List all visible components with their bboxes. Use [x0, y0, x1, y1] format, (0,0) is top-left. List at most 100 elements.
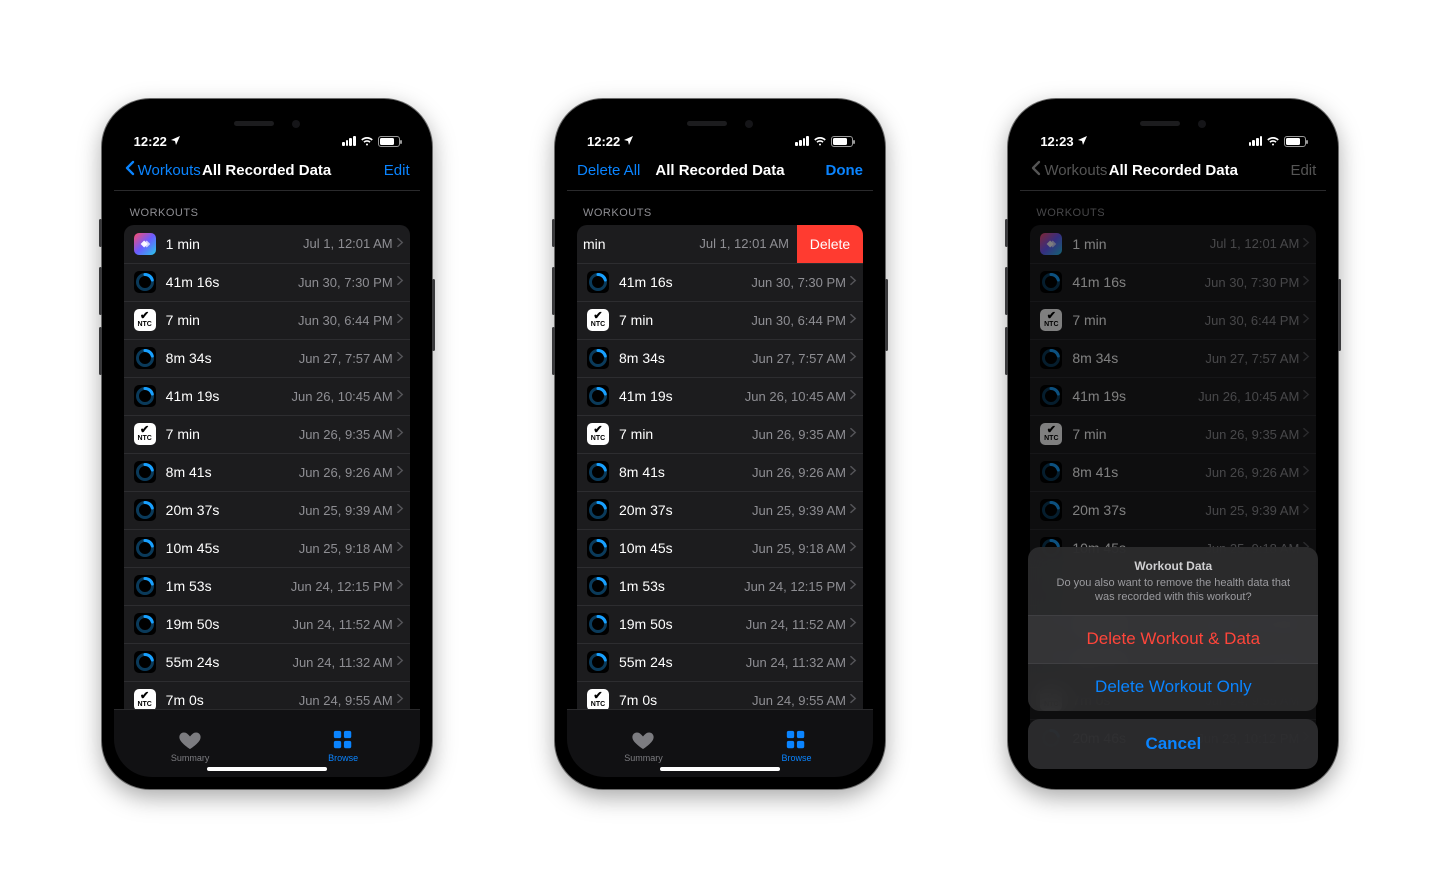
action-sheet: Workout Data Do you also want to remove …	[1028, 547, 1318, 769]
workout-row[interactable]: 8m 34sJun 27, 7:57 AM	[577, 339, 863, 377]
workout-row[interactable]: ✔NTC7 minJun 30, 6:44 PM	[577, 301, 863, 339]
workout-row[interactable]: ✔NTC7 minJun 26, 9:35 AM	[577, 415, 863, 453]
workout-row[interactable]: 8m 41sJun 26, 9:26 AM	[124, 453, 410, 491]
chevron-right-icon	[850, 691, 857, 709]
content[interactable]: WORKOUTS minJul 1, 12:01 AMDelete41m 16s…	[567, 191, 873, 709]
cancel-button[interactable]: Cancel	[1028, 719, 1318, 769]
workout-row[interactable]: 20m 37sJun 25, 9:39 AM	[124, 491, 410, 529]
content[interactable]: WORKOUTS 1 minJul 1, 12:01 AM41m 16sJun …	[114, 191, 420, 709]
workout-timestamp: Jun 24, 11:52 AM	[292, 617, 392, 632]
workout-duration: 7 min	[619, 312, 751, 328]
sheet-message: Do you also want to remove the health da…	[1046, 576, 1300, 605]
workout-timestamp: Jun 24, 9:55 AM	[299, 693, 393, 708]
workout-timestamp: Jun 26, 9:26 AM	[752, 465, 846, 480]
workout-ring-app-icon	[134, 651, 156, 673]
chevron-right-icon	[397, 691, 404, 709]
delete-workout-data-button[interactable]: Delete Workout & Data	[1028, 615, 1318, 663]
chevron-right-icon	[397, 615, 404, 633]
workout-duration: 55m 24s	[166, 654, 293, 670]
battery-icon	[378, 136, 400, 147]
section-header: WORKOUTS	[114, 191, 420, 225]
ntc-app-icon: ✔NTC	[134, 309, 156, 331]
workout-row[interactable]: 19m 50sJun 24, 11:52 AM	[124, 605, 410, 643]
wifi-icon	[1266, 134, 1280, 149]
section-header: WORKOUTS	[567, 191, 873, 225]
workout-row[interactable]: ✔NTC7 minJun 30, 6:44 PM	[124, 301, 410, 339]
workout-row[interactable]: 41m 19sJun 26, 10:45 AM	[577, 377, 863, 415]
workout-duration: 10m 45s	[619, 540, 752, 556]
done-button[interactable]: Done	[825, 162, 863, 179]
location-icon	[170, 134, 181, 149]
phone-3: 12:23 Workouts All Recorded Data Edit WO…	[1008, 99, 1338, 789]
workout-duration: 1 min	[166, 236, 303, 252]
workout-timestamp: Jun 24, 11:32 AM	[292, 655, 392, 670]
delete-workout-only-button[interactable]: Delete Workout Only	[1028, 663, 1318, 711]
edit-button[interactable]: Edit	[384, 162, 410, 179]
chevron-right-icon	[397, 653, 404, 671]
sheet-title: Workout Data	[1046, 559, 1300, 573]
back-button[interactable]: Workouts	[124, 160, 201, 180]
workout-ring-app-icon	[134, 271, 156, 293]
workout-duration: 1m 53s	[166, 578, 291, 594]
chevron-right-icon	[397, 463, 404, 481]
heart-icon	[178, 729, 202, 751]
cellular-icon	[342, 136, 356, 146]
chevron-right-icon	[397, 425, 404, 443]
workout-row[interactable]: ✔NTC7m 0sJun 24, 9:55 AM	[577, 681, 863, 709]
workout-duration: 7 min	[166, 312, 298, 328]
workout-ring-app-icon	[134, 385, 156, 407]
notch	[1098, 111, 1248, 137]
workout-duration: 41m 19s	[166, 388, 292, 404]
workout-ring-app-icon	[134, 613, 156, 635]
workout-row[interactable]: 20m 37sJun 25, 9:39 AM	[577, 491, 863, 529]
location-icon	[1077, 134, 1088, 149]
workout-row[interactable]: 1m 53sJun 24, 12:15 PM	[124, 567, 410, 605]
workout-row[interactable]: 10m 45sJun 25, 9:18 AM	[124, 529, 410, 567]
grid-icon	[331, 729, 355, 751]
shortcuts-app-icon	[134, 233, 156, 255]
workout-ring-app-icon	[134, 537, 156, 559]
workout-timestamp: Jul 1, 12:01 AM	[303, 236, 393, 251]
workout-ring-app-icon	[587, 499, 609, 521]
home-indicator[interactable]	[660, 767, 780, 771]
workout-duration: 7 min	[166, 426, 299, 442]
workout-timestamp: Jun 24, 9:55 AM	[752, 693, 846, 708]
workout-row[interactable]: 8m 41sJun 26, 9:26 AM	[577, 453, 863, 491]
workout-row[interactable]: 8m 34sJun 27, 7:57 AM	[124, 339, 410, 377]
workout-row[interactable]: 1m 53sJun 24, 12:15 PM	[577, 567, 863, 605]
back-label: Workouts	[1044, 162, 1107, 179]
battery-icon	[831, 136, 853, 147]
nav-title: All Recorded Data	[655, 162, 784, 179]
workout-row[interactable]: ✔NTC7 minJun 26, 9:35 AM	[124, 415, 410, 453]
workout-row[interactable]: 55m 24sJun 24, 11:32 AM	[124, 643, 410, 681]
ntc-app-icon: ✔NTC	[134, 689, 156, 709]
workout-row[interactable]: minJul 1, 12:01 AMDelete	[577, 225, 863, 263]
workout-timestamp: Jun 25, 9:39 AM	[752, 503, 846, 518]
workout-row[interactable]: 1 minJul 1, 12:01 AM	[124, 225, 410, 263]
workout-duration: 7m 0s	[166, 692, 299, 708]
workout-row[interactable]: 19m 50sJun 24, 11:52 AM	[577, 605, 863, 643]
workout-ring-app-icon	[134, 347, 156, 369]
chevron-right-icon	[850, 349, 857, 367]
wifi-icon	[360, 134, 374, 149]
delete-all-button[interactable]: Delete All	[577, 162, 640, 179]
tab-bar: Summary Browse	[114, 709, 420, 777]
workout-timestamp: Jun 30, 7:30 PM	[751, 275, 846, 290]
workout-timestamp: Jun 27, 7:57 AM	[299, 351, 393, 366]
workout-row[interactable]: 10m 45sJun 25, 9:18 AM	[577, 529, 863, 567]
nav-bar: Workouts All Recorded Data Edit	[1020, 151, 1326, 191]
workout-duration: 10m 45s	[166, 540, 299, 556]
swipe-delete-button[interactable]: Delete	[797, 225, 863, 263]
workout-row[interactable]: 41m 16sJun 30, 7:30 PM	[577, 263, 863, 301]
workout-row[interactable]: 41m 19sJun 26, 10:45 AM	[124, 377, 410, 415]
location-icon	[623, 134, 634, 149]
notch	[645, 111, 795, 137]
workout-duration: 7m 0s	[619, 692, 752, 708]
workout-row[interactable]: 55m 24sJun 24, 11:32 AM	[577, 643, 863, 681]
workout-duration: 41m 16s	[166, 274, 298, 290]
workout-duration: min	[583, 236, 699, 252]
home-indicator[interactable]	[207, 767, 327, 771]
workout-row[interactable]: ✔NTC 7m 0sJun 24, 9:55 AM	[124, 681, 410, 709]
workout-duration: 7 min	[619, 426, 752, 442]
workout-row[interactable]: 41m 16sJun 30, 7:30 PM	[124, 263, 410, 301]
